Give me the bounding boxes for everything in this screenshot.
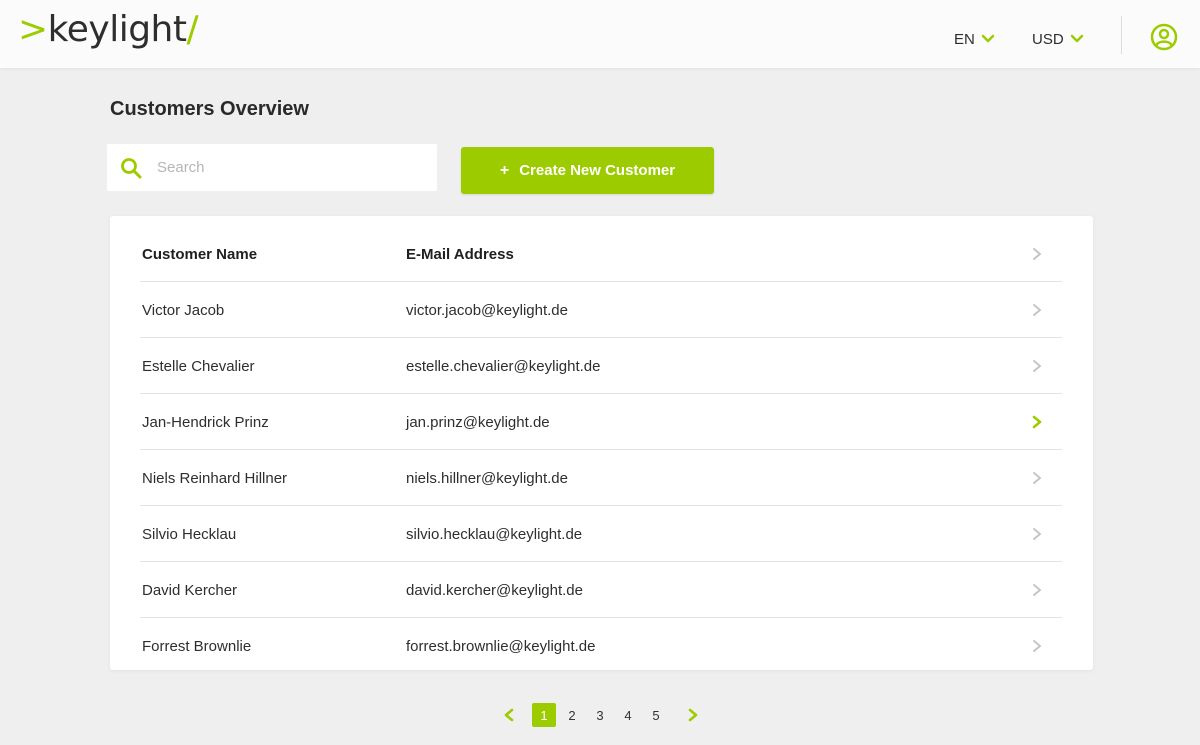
customer-name: Jan-Hendrick Prinz bbox=[142, 413, 269, 431]
customer-email: niels.hillner@keylight.de bbox=[406, 469, 568, 487]
page-3-button[interactable]: 3 bbox=[588, 703, 612, 727]
page-2-button[interactable]: 2 bbox=[560, 703, 584, 727]
chevron-right-icon[interactable] bbox=[1030, 638, 1044, 654]
keylight-logo[interactable]: >keylight/ bbox=[18, 9, 199, 50]
logo-prefix: > bbox=[18, 9, 48, 50]
language-label: EN bbox=[954, 30, 975, 48]
customer-email: victor.jacob@keylight.de bbox=[406, 301, 568, 319]
search-input[interactable] bbox=[157, 159, 417, 176]
customer-name: Estelle Chevalier bbox=[142, 357, 255, 375]
customer-email: estelle.chevalier@keylight.de bbox=[406, 357, 601, 375]
user-circle-icon[interactable] bbox=[1150, 23, 1178, 51]
table-row[interactable]: Silvio Hecklau silvio.hecklau@keylight.d… bbox=[140, 506, 1062, 562]
chevron-down-icon bbox=[981, 34, 995, 43]
table-row[interactable]: Niels Reinhard Hillner niels.hillner@key… bbox=[140, 450, 1062, 506]
customer-name: Silvio Hecklau bbox=[142, 525, 237, 543]
language-selector[interactable]: EN bbox=[954, 28, 995, 50]
chevron-left-icon bbox=[504, 708, 514, 722]
table-row[interactable]: Jan-Hendrick Prinz jan.prinz@keylight.de bbox=[140, 394, 1062, 450]
chevron-right-icon bbox=[688, 708, 698, 722]
currency-label: USD bbox=[1032, 30, 1064, 48]
table-row[interactable]: Victor Jacob victor.jacob@keylight.de bbox=[140, 282, 1062, 338]
page-1-button[interactable]: 1 bbox=[532, 703, 556, 727]
page-4-button[interactable]: 4 bbox=[616, 703, 640, 727]
customer-email: forrest.brownlie@keylight.de bbox=[406, 637, 596, 655]
currency-selector[interactable]: USD bbox=[1032, 28, 1084, 50]
customer-email: jan.prinz@keylight.de bbox=[406, 413, 550, 431]
customer-name: Niels Reinhard Hillner bbox=[142, 469, 288, 487]
search-icon bbox=[121, 157, 142, 178]
page-5-button[interactable]: 5 bbox=[644, 703, 668, 727]
column-header-email[interactable]: E-Mail Address bbox=[406, 226, 514, 282]
customer-email: david.kercher@keylight.de bbox=[406, 581, 583, 599]
column-header-customer-name[interactable]: Customer Name bbox=[142, 226, 257, 282]
chevron-down-icon bbox=[1070, 34, 1083, 43]
logo-suffix: / bbox=[186, 9, 199, 50]
create-button-label: Create New Customer bbox=[519, 162, 676, 179]
table-header-row: Customer Name E-Mail Address bbox=[140, 226, 1062, 282]
top-header: >keylight/ EN USD bbox=[0, 0, 1200, 68]
logo-text: keylight bbox=[47, 9, 187, 50]
create-new-customer-button[interactable]: + Create New Customer bbox=[461, 147, 714, 194]
plus-icon: + bbox=[499, 161, 510, 179]
customers-table: Customer Name E-Mail Address Victor Jaco… bbox=[110, 216, 1093, 670]
pagination-next-button[interactable] bbox=[684, 705, 702, 725]
customer-name: Forrest Brownlie bbox=[142, 637, 252, 655]
table-row[interactable]: Forrest Brownlie forrest.brownlie@keylig… bbox=[140, 618, 1062, 674]
chevron-right-icon[interactable] bbox=[1030, 246, 1044, 262]
table-row[interactable]: David Kercher david.kercher@keylight.de bbox=[140, 562, 1062, 618]
chevron-right-icon[interactable] bbox=[1030, 302, 1044, 318]
pagination-prev-button[interactable] bbox=[500, 705, 518, 725]
chevron-right-icon[interactable] bbox=[1030, 358, 1044, 374]
chevron-right-icon[interactable] bbox=[1030, 414, 1044, 430]
chevron-right-icon[interactable] bbox=[1030, 582, 1044, 598]
page-title: Customers Overview bbox=[110, 98, 309, 120]
table-row[interactable]: Estelle Chevalier estelle.chevalier@keyl… bbox=[140, 338, 1062, 394]
chevron-right-icon[interactable] bbox=[1030, 526, 1044, 542]
customer-name: David Kercher bbox=[142, 581, 238, 599]
header-divider bbox=[1121, 16, 1122, 54]
search-box[interactable] bbox=[107, 144, 437, 191]
customer-name: Victor Jacob bbox=[142, 301, 225, 319]
customer-email: silvio.hecklau@keylight.de bbox=[406, 525, 583, 543]
pagination: 1 2 3 4 5 bbox=[500, 703, 702, 727]
chevron-right-icon[interactable] bbox=[1030, 470, 1044, 486]
